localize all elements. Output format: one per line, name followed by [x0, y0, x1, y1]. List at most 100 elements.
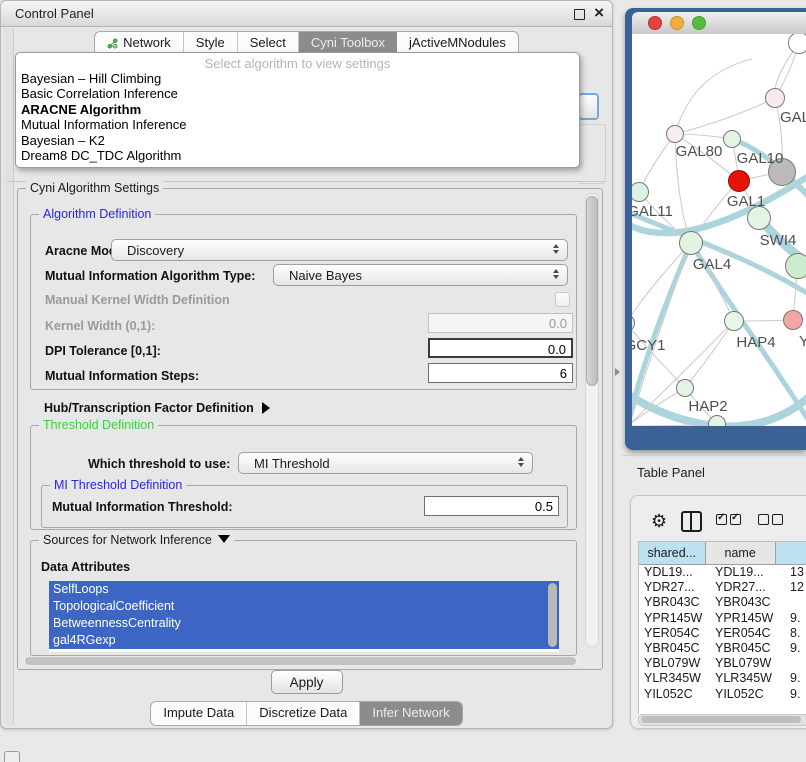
inference-algorithm-combobox-edge[interactable]: [578, 93, 599, 120]
manual-kernel-label: Manual Kernel Width Definition: [45, 293, 230, 307]
table-panel: ⚙ shared... name YDL19... YDL19... 13 YD…: [630, 495, 806, 729]
gear-icon[interactable]: ⚙: [651, 511, 667, 531]
node-label-swi4: SWI4: [760, 232, 797, 249]
aracne-mode-value: Discovery: [127, 243, 184, 258]
attribute-list-scrollbar[interactable]: [548, 583, 557, 647]
cell: YDL19...: [710, 565, 785, 580]
mi-type-combobox[interactable]: Naive Bayes: [273, 264, 568, 286]
column-header-clipped[interactable]: [776, 542, 806, 564]
cyni-algorithm-settings-group: Cyni Algorithm Settings Algorithm Defini…: [17, 188, 603, 670]
attribute-item[interactable]: TopologicalCoefficient: [49, 598, 559, 615]
split-columns-icon[interactable]: [681, 511, 702, 532]
table-toolbar: ⚙: [651, 508, 806, 534]
cell: [785, 656, 806, 671]
table-horizontal-scrollbar[interactable]: [638, 714, 806, 726]
network-node[interactable]: [788, 34, 806, 54]
hub-definition-toggle[interactable]: Hub/Transcription Factor Definition: [44, 401, 270, 415]
network-node[interactable]: [708, 415, 726, 426]
scrollbar-thumb[interactable]: [641, 716, 801, 723]
mi-steps-input[interactable]: 6: [428, 363, 573, 383]
sources-title-text: Sources for Network Inference: [43, 533, 212, 547]
float-window-icon[interactable]: [574, 9, 585, 20]
cyni-algorithm-settings-title: Cyni Algorithm Settings: [26, 181, 163, 195]
unselect-all-columns-icon[interactable]: [758, 512, 786, 530]
settings-vertical-scrollbar[interactable]: [585, 193, 599, 647]
expand-right-icon: [262, 402, 270, 414]
algorithm-option[interactable]: Dream8 DC_TDC Algorithm: [16, 148, 579, 163]
network-node-gal4[interactable]: [679, 231, 703, 255]
settings-horizontal-scrollbar[interactable]: [23, 656, 582, 666]
table-row[interactable]: YLR345W YLR345W 9.: [639, 671, 806, 686]
cell: 13: [785, 565, 806, 580]
network-node-gal1-red[interactable]: [728, 170, 750, 192]
node-label-gal4: GAL4: [693, 256, 731, 273]
data-attributes-label: Data Attributes: [41, 560, 130, 574]
table-row[interactable]: YDL19... YDL19... 13: [639, 565, 806, 580]
mi-type-value: Naive Bayes: [289, 268, 362, 283]
tab-cyni-toolbox-label: Cyni Toolbox: [311, 35, 385, 50]
table-row[interactable]: YPR145W YPR145W 9.: [639, 611, 806, 626]
mi-threshold-input[interactable]: 0.5: [424, 496, 559, 516]
scrollbar-thumb[interactable]: [586, 196, 598, 386]
table-row[interactable]: YBL079W YBL079W: [639, 656, 806, 671]
network-canvas[interactable]: GAL GAL80 GAL10 GAL1 SWI4 GAL11 GAL4 GCY…: [632, 34, 806, 426]
algorithm-option[interactable]: Basic Correlation Inference: [16, 86, 579, 101]
panel-left-strip: [3, 28, 14, 725]
algorithm-dropdown-placeholder: Select algorithm to view settings: [16, 56, 579, 71]
tab-impute-data[interactable]: Impute Data: [151, 702, 247, 725]
data-attributes-list: SelfLoops TopologicalCoefficient Between…: [49, 581, 559, 652]
dpi-tolerance-input[interactable]: 0.0: [428, 338, 573, 358]
minimized-panel-icon[interactable]: [4, 751, 20, 762]
algorithm-option[interactable]: Bayesian – K2: [16, 133, 579, 148]
cell: YDR27...: [710, 580, 785, 595]
network-node-salmon[interactable]: [783, 310, 803, 330]
combo-spinner-icon: [553, 244, 559, 254]
apply-button[interactable]: Apply: [271, 670, 343, 694]
attribute-item[interactable]: BetweennessCentrality: [49, 615, 559, 632]
network-window-titlebar: [632, 12, 806, 35]
tab-impute-data-label: Impute Data: [163, 705, 234, 720]
attribute-item[interactable]: gal4RGexp: [49, 632, 559, 649]
table-row[interactable]: YBR043C YBR043C: [639, 595, 806, 610]
attribute-item[interactable]: SelfLoops: [49, 581, 559, 598]
cell: YPR145W: [710, 611, 785, 626]
manual-kernel-checkbox[interactable]: [555, 292, 570, 307]
cell: YLR345W: [639, 671, 710, 686]
tab-infer-network-label: Infer Network: [372, 705, 449, 720]
hidden-groupbox-edge: [578, 124, 606, 184]
scrollbar-thumb[interactable]: [25, 657, 576, 665]
close-icon[interactable]: ×: [594, 2, 604, 24]
algorithm-option[interactable]: Mutual Information Inference: [16, 117, 579, 132]
algorithm-option[interactable]: Bayesian – Hill Climbing: [16, 71, 579, 86]
select-all-columns-icon[interactable]: [716, 512, 744, 530]
network-node-hap4[interactable]: [724, 311, 744, 331]
splitter-collapse-icon[interactable]: [615, 368, 620, 376]
cell: YDR27...: [639, 580, 710, 595]
network-node-gal10[interactable]: [723, 130, 741, 148]
close-traffic-light[interactable]: [648, 16, 662, 30]
table-row[interactable]: YBR045C YBR045C 9.: [639, 641, 806, 656]
sources-title: Sources for Network Inference: [39, 533, 234, 547]
tab-discretize-data[interactable]: Discretize Data: [247, 702, 360, 725]
algorithm-option-selected[interactable]: ARACNE Algorithm: [16, 102, 579, 117]
cell: YBL079W: [639, 656, 710, 671]
network-icon: [107, 38, 118, 49]
table-row[interactable]: YER054C YER054C 8.: [639, 626, 806, 641]
network-node-swi4[interactable]: [785, 253, 806, 279]
network-node-hap2[interactable]: [676, 379, 694, 397]
dpi-tolerance-label: DPI Tolerance [0,1]:: [45, 344, 161, 358]
column-header-name[interactable]: name: [706, 542, 776, 564]
zoom-traffic-light[interactable]: [692, 16, 706, 30]
kernel-width-input[interactable]: 0.0: [428, 313, 573, 333]
table-row[interactable]: YIL052C YIL052C 9.: [639, 687, 806, 702]
aracne-mode-combobox[interactable]: Discovery: [111, 239, 568, 261]
minimize-traffic-light[interactable]: [670, 16, 684, 30]
network-node-gal80[interactable]: [666, 125, 684, 143]
table-row[interactable]: YDR27... YDR27... 12: [639, 580, 806, 595]
tab-infer-network[interactable]: Infer Network: [360, 702, 461, 725]
network-node[interactable]: [765, 88, 785, 108]
collapse-down-icon[interactable]: [218, 535, 230, 543]
column-header-shared-name[interactable]: shared...: [639, 542, 706, 564]
which-threshold-combobox[interactable]: MI Threshold: [238, 452, 533, 474]
node-label-gal11: GAL11: [632, 203, 673, 220]
